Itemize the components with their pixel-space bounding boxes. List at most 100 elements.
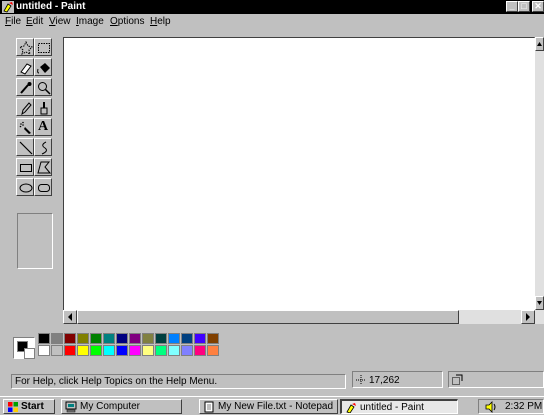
windows-logo-icon bbox=[8, 402, 18, 412]
tool-fill[interactable] bbox=[34, 58, 52, 76]
tool-curve[interactable] bbox=[34, 138, 52, 156]
maximize-button[interactable]: □ bbox=[518, 1, 530, 12]
palette-swatch[interactable] bbox=[103, 333, 115, 344]
scroll-down-button[interactable] bbox=[535, 296, 544, 310]
palette-swatch[interactable] bbox=[64, 333, 76, 344]
cursor-position-icon bbox=[356, 375, 366, 385]
palette-swatch[interactable] bbox=[51, 345, 63, 356]
palette-swatch[interactable] bbox=[207, 333, 219, 344]
eraser-icon bbox=[20, 63, 32, 75]
speaker-icon[interactable] bbox=[485, 401, 497, 413]
palette-swatch[interactable] bbox=[116, 345, 128, 356]
scroll-left-button[interactable] bbox=[63, 310, 77, 324]
tool-line[interactable] bbox=[16, 138, 34, 156]
current-colors bbox=[13, 337, 35, 359]
task-my-computer[interactable]: My Computer bbox=[61, 399, 182, 414]
rect-select-icon bbox=[38, 43, 50, 53]
task-label: My New File.txt - Notepad bbox=[218, 401, 334, 412]
airbrush-icon bbox=[19, 121, 31, 134]
palette-swatch[interactable] bbox=[90, 345, 102, 356]
palette-swatch[interactable] bbox=[38, 345, 50, 356]
task-label: untitled - Paint bbox=[360, 402, 424, 413]
clock[interactable]: 2:32 PM bbox=[505, 400, 542, 413]
status-selection-size bbox=[448, 371, 544, 388]
tool-pick-color[interactable] bbox=[16, 78, 34, 96]
palette-swatch[interactable] bbox=[181, 333, 193, 344]
scroll-up-button[interactable] bbox=[535, 37, 544, 51]
palette-swatch[interactable] bbox=[77, 345, 89, 356]
text-icon: A bbox=[38, 119, 49, 134]
task-notepad[interactable]: My New File.txt - Notepad bbox=[199, 399, 338, 414]
tool-rectangle[interactable] bbox=[16, 158, 34, 176]
menu-file[interactable]: File bbox=[5, 16, 21, 28]
palette-swatch[interactable] bbox=[142, 333, 154, 344]
background-color[interactable] bbox=[24, 348, 35, 359]
close-button[interactable]: ✕ bbox=[532, 1, 544, 12]
start-label: Start bbox=[21, 401, 44, 412]
tool-select[interactable] bbox=[34, 38, 52, 56]
paint-app-icon[interactable] bbox=[2, 1, 14, 13]
arrow-down-icon bbox=[537, 301, 542, 305]
tool-magnifier[interactable] bbox=[34, 78, 52, 96]
palette-swatch[interactable] bbox=[103, 345, 115, 356]
tool-free-form-select[interactable] bbox=[16, 38, 34, 56]
palette-swatch[interactable] bbox=[194, 333, 206, 344]
tool-eraser[interactable] bbox=[16, 58, 34, 76]
palette-swatch[interactable] bbox=[51, 333, 63, 344]
palette-swatch[interactable] bbox=[64, 345, 76, 356]
palette-swatch[interactable] bbox=[194, 345, 206, 356]
line-icon bbox=[19, 141, 33, 155]
palette-swatch[interactable] bbox=[129, 333, 141, 344]
tool-airbrush[interactable] bbox=[16, 118, 34, 136]
curve-icon bbox=[41, 141, 47, 155]
computer-icon bbox=[65, 401, 77, 413]
palette-swatch[interactable] bbox=[155, 333, 167, 344]
palette-swatch[interactable] bbox=[207, 345, 219, 356]
scroll-right-button[interactable] bbox=[521, 310, 535, 324]
paint-bucket-icon bbox=[37, 63, 50, 74]
rectangle-icon bbox=[20, 164, 32, 172]
palette-swatch[interactable] bbox=[168, 345, 180, 356]
system-tray: 2:32 PM bbox=[478, 399, 544, 414]
menu-view[interactable]: View bbox=[49, 16, 71, 28]
drawing-canvas[interactable] bbox=[64, 38, 535, 310]
brush-icon bbox=[40, 102, 48, 115]
polygon-icon bbox=[37, 161, 51, 174]
status-cursor-position: 17,262 bbox=[352, 371, 443, 388]
tool-polygon[interactable] bbox=[34, 158, 52, 176]
taskbar: Start My Computer My New File.txt - Note… bbox=[0, 396, 544, 415]
task-paint[interactable]: untitled - Paint bbox=[340, 399, 458, 414]
start-button[interactable]: Start bbox=[3, 399, 55, 414]
menu-options[interactable]: Options bbox=[110, 16, 144, 28]
menu-edit[interactable]: Edit bbox=[26, 16, 43, 28]
minimize-button[interactable]: _ bbox=[506, 1, 518, 12]
title-bar[interactable]: untitled - Paint _ □ ✕ bbox=[0, 0, 544, 14]
palette-swatch[interactable] bbox=[155, 345, 167, 356]
ellipse-icon bbox=[19, 183, 33, 193]
horizontal-scrollbar[interactable] bbox=[63, 310, 535, 324]
tool-brush[interactable] bbox=[34, 98, 52, 116]
arrow-up-icon bbox=[537, 42, 542, 46]
eyedropper-icon bbox=[20, 82, 32, 94]
palette-swatch[interactable] bbox=[181, 345, 193, 356]
horizontal-scroll-thumb[interactable] bbox=[77, 310, 459, 324]
menu-bar: File Edit View Image Options Help bbox=[0, 14, 544, 29]
tool-text[interactable]: A bbox=[34, 118, 52, 136]
vertical-scrollbar[interactable] bbox=[535, 37, 544, 324]
tool-options-box[interactable] bbox=[17, 213, 53, 269]
status-help-text: For Help, click Help Topics on the Help … bbox=[11, 374, 346, 389]
palette-swatch[interactable] bbox=[168, 333, 180, 344]
palette-swatch[interactable] bbox=[38, 333, 50, 344]
arrow-right-icon bbox=[526, 313, 530, 321]
palette-swatch[interactable] bbox=[77, 333, 89, 344]
tool-pencil[interactable] bbox=[16, 98, 34, 116]
palette-swatch[interactable] bbox=[116, 333, 128, 344]
palette-swatch[interactable] bbox=[142, 345, 154, 356]
palette-swatch[interactable] bbox=[129, 345, 141, 356]
rounded-rectangle-icon bbox=[38, 184, 50, 192]
tool-ellipse[interactable] bbox=[16, 178, 34, 196]
menu-help[interactable]: Help bbox=[150, 16, 171, 28]
palette-swatch[interactable] bbox=[90, 333, 102, 344]
tool-rounded-rectangle[interactable] bbox=[34, 178, 52, 196]
menu-image[interactable]: Image bbox=[76, 16, 104, 28]
